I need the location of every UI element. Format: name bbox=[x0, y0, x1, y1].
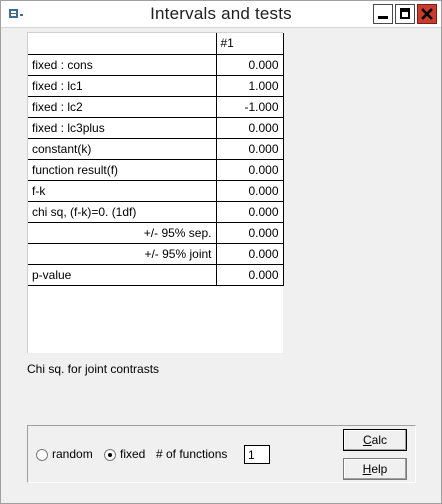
table-row: function result(f) 0.000 bbox=[28, 159, 284, 181]
intervals-window: Intervals and tests #1 fixed : cons 0.000… bbox=[0, 0, 442, 504]
random-radio[interactable] bbox=[36, 449, 48, 461]
maximize-button[interactable] bbox=[395, 4, 415, 24]
close-icon bbox=[421, 8, 433, 20]
minimize-button[interactable] bbox=[373, 4, 393, 24]
row-value[interactable]: 0.000 bbox=[216, 138, 284, 160]
table-row: fixed : lc2 -1.000 bbox=[28, 96, 284, 118]
header-cell-column-1: #1 bbox=[216, 33, 284, 55]
calc-accelerator: C bbox=[362, 433, 372, 447]
row-value[interactable]: 0.000 bbox=[216, 243, 284, 265]
close-button[interactable] bbox=[417, 4, 437, 24]
row-label: f-k bbox=[28, 180, 217, 202]
table-row: fixed : cons 0.000 bbox=[28, 54, 284, 76]
random-radio-label[interactable]: random bbox=[52, 447, 93, 461]
table-row: +/- 95% sep. 0.000 bbox=[28, 222, 284, 244]
row-label: p-value bbox=[28, 264, 217, 286]
table-row: +/- 95% joint 0.000 bbox=[28, 243, 284, 265]
radio-selected-dot bbox=[108, 453, 112, 457]
minimize-icon bbox=[378, 16, 388, 19]
row-value[interactable]: 0.000 bbox=[216, 54, 284, 76]
table-row: p-value 0.000 bbox=[28, 264, 284, 286]
row-label: fixed : lc1 bbox=[28, 75, 217, 97]
row-label: fixed : lc3plus bbox=[28, 117, 217, 139]
results-table: #1 fixed : cons 0.000 fixed : lc1 1.000 fixe… bbox=[28, 33, 284, 286]
row-label: +/- 95% sep. bbox=[28, 222, 217, 244]
row-label: function result(f) bbox=[28, 159, 217, 181]
row-value[interactable]: 0.000 bbox=[216, 180, 284, 202]
table-row: constant(k) 0.000 bbox=[28, 138, 284, 160]
row-value[interactable]: -1.000 bbox=[216, 96, 284, 118]
help-label-rest: elp bbox=[371, 462, 388, 476]
calc-button[interactable]: Calc bbox=[343, 429, 407, 451]
num-functions-label: # of functions bbox=[156, 447, 228, 461]
table-header-row: #1 bbox=[28, 33, 284, 55]
row-value[interactable]: 0.000 bbox=[216, 264, 284, 286]
row-value[interactable]: 0.000 bbox=[216, 117, 284, 139]
row-value[interactable]: 1.000 bbox=[216, 75, 284, 97]
row-label: +/- 95% joint bbox=[28, 243, 217, 265]
table-row: fixed : lc1 1.000 bbox=[28, 75, 284, 97]
header-cell-label bbox=[28, 33, 217, 55]
title-bar[interactable]: Intervals and tests bbox=[1, 1, 441, 28]
table-row: f-k 0.000 bbox=[28, 180, 284, 202]
row-value[interactable]: 0.000 bbox=[216, 201, 284, 223]
calc-label-rest: alc bbox=[371, 433, 387, 447]
row-value[interactable]: 0.000 bbox=[216, 159, 284, 181]
fixed-radio[interactable] bbox=[104, 449, 116, 461]
table-row: fixed : lc3plus 0.000 bbox=[28, 117, 284, 139]
help-button[interactable]: Help bbox=[343, 458, 407, 480]
maximize-icon bbox=[400, 8, 410, 19]
controls-panel: random fixed # of functions Calc Help bbox=[27, 425, 416, 483]
row-value[interactable]: 0.000 bbox=[216, 222, 284, 244]
fixed-radio-label[interactable]: fixed bbox=[120, 447, 145, 461]
results-grid[interactable]: #1 fixed : cons 0.000 fixed : lc1 1.000 fixe… bbox=[27, 32, 284, 353]
table-row: chi sq, (f-k)=0. (1df) 0.000 bbox=[28, 201, 284, 223]
status-note: Chi sq. for joint contrasts bbox=[27, 362, 160, 376]
row-label: chi sq, (f-k)=0. (1df) bbox=[28, 201, 217, 223]
num-functions-input[interactable] bbox=[244, 445, 270, 464]
row-label: fixed : lc2 bbox=[28, 96, 217, 118]
row-label: constant(k) bbox=[28, 138, 217, 160]
row-label: fixed : cons bbox=[28, 54, 217, 76]
